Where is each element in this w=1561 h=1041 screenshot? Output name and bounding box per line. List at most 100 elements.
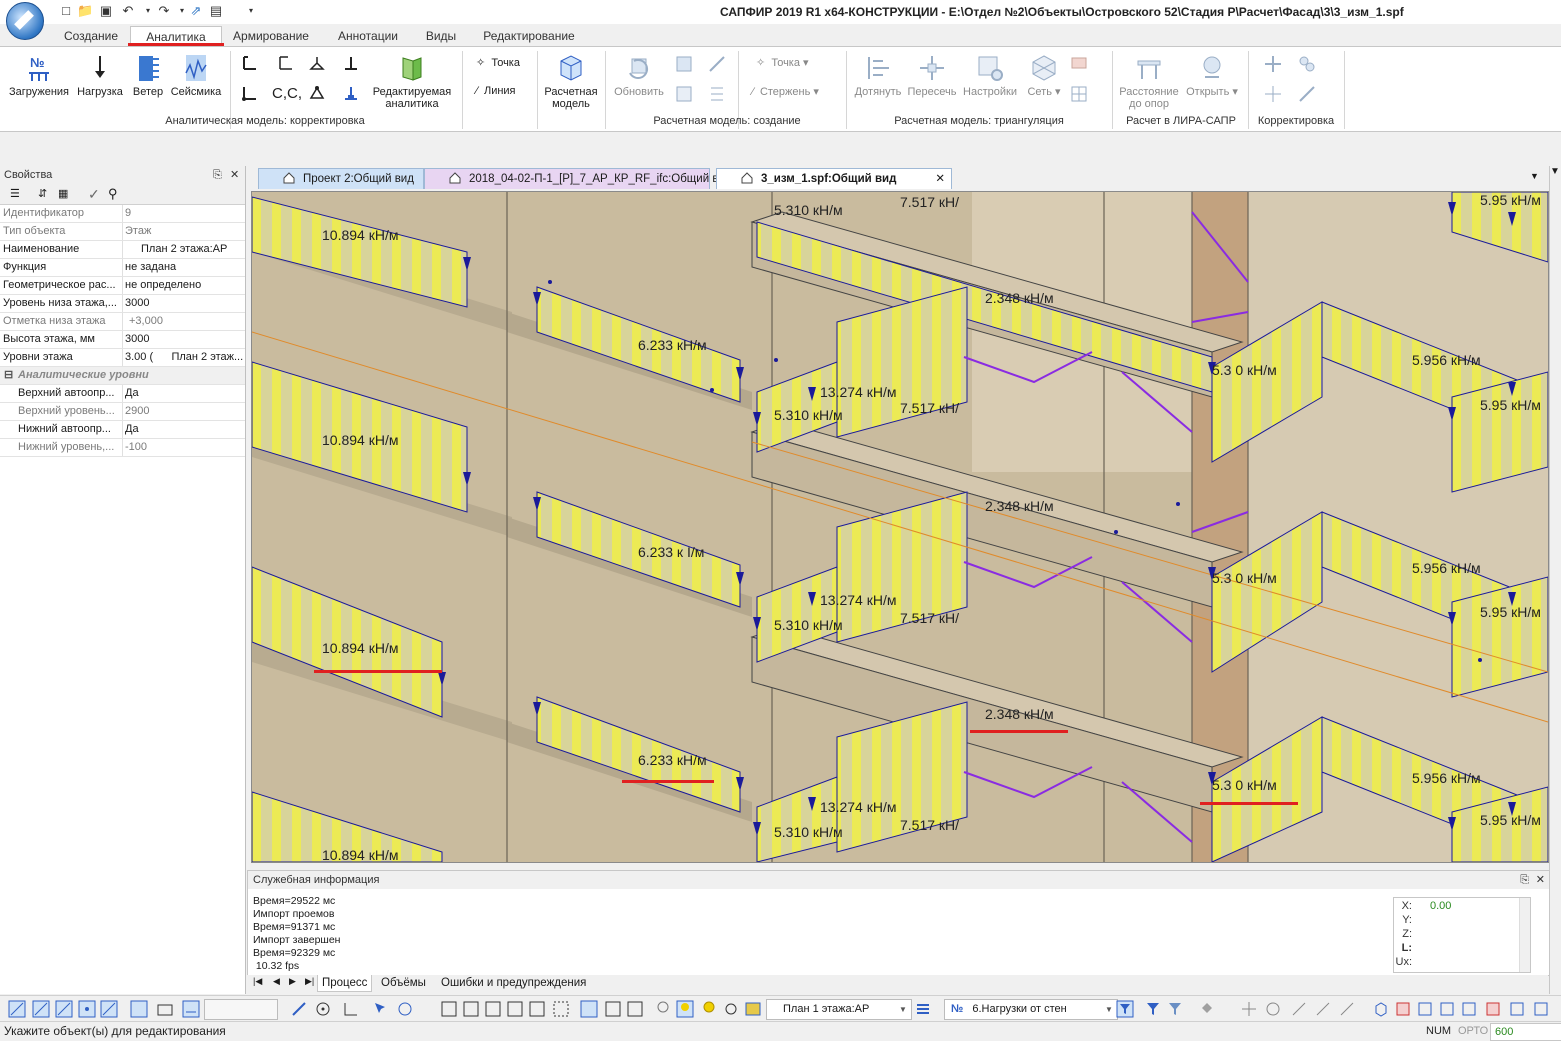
- point-button[interactable]: ✧ Точка: [476, 56, 520, 69]
- pencil-icon[interactable]: [290, 1000, 308, 1018]
- doc-tab-active[interactable]: 3_изм_1.spf:Общий вид ✕: [716, 168, 952, 189]
- open-folder-icon[interactable]: 📁: [77, 4, 93, 18]
- display-mode-icon[interactable]: [580, 1000, 598, 1018]
- move-arrows-icon[interactable]: [1240, 1000, 1258, 1018]
- support-fixed-icon[interactable]: [240, 55, 258, 73]
- tab-creation[interactable]: Создание: [55, 26, 127, 46]
- prop-row[interactable]: Идентификатор 9: [0, 205, 245, 223]
- mesh-op-icon-4[interactable]: [708, 85, 726, 103]
- collapsed-panel-icon[interactable]: ▼: [1550, 166, 1560, 177]
- tab-editing[interactable]: Редактирование: [476, 26, 582, 46]
- view-bottom-icon[interactable]: [1508, 1000, 1526, 1018]
- mesh-op-icon-3[interactable]: [675, 85, 693, 103]
- target-icon[interactable]: [314, 1000, 332, 1018]
- join-icon[interactable]: [1298, 55, 1316, 73]
- prop-row[interactable]: Функция не задана: [0, 259, 245, 277]
- close-tab-icon[interactable]: ✕: [935, 169, 945, 189]
- select-filter-icon[interactable]: [1144, 1000, 1162, 1018]
- close-icon[interactable]: ✕: [230, 166, 239, 184]
- wire-mode-icon[interactable]: [604, 1000, 622, 1018]
- view-iso-icon[interactable]: [1460, 1000, 1478, 1018]
- undo-icon[interactable]: ↶: [120, 4, 136, 18]
- bulb-icon[interactable]: [700, 1000, 718, 1018]
- floor-select[interactable]: План 1 этажа:АР ▼: [766, 999, 912, 1020]
- support-column-icon[interactable]: [342, 85, 360, 103]
- view-front-icon[interactable]: [1394, 1000, 1412, 1018]
- line-button[interactable]: ∕ Линия: [476, 85, 516, 97]
- sort-icon[interactable]: ⇵: [38, 187, 47, 200]
- move-node-icon[interactable]: [1264, 85, 1282, 103]
- prop-row[interactable]: Уровень низа этажа,... 3000: [0, 295, 245, 313]
- select-move-icon[interactable]: [372, 1000, 390, 1018]
- prev-tab-icon[interactable]: ◀: [273, 976, 280, 987]
- snap-grid-icon[interactable]: [8, 1000, 26, 1018]
- mesh-op-icon-2[interactable]: [708, 55, 726, 73]
- measure-icon[interactable]: [1290, 1000, 1308, 1018]
- support-roller-icon[interactable]: [308, 85, 326, 103]
- undo-dropdown-icon[interactable]: ▾: [140, 4, 156, 18]
- update-button[interactable]: Обновить: [610, 53, 668, 98]
- pin-icon[interactable]: ⎘: [213, 166, 222, 184]
- mirror-icon[interactable]: [1338, 1000, 1356, 1018]
- prop-row[interactable]: Геометрическое рас... не определено: [0, 277, 245, 295]
- cc-icon[interactable]: C,C,: [272, 85, 302, 102]
- prop-row[interactable]: Нижний автоопр... Да: [0, 421, 245, 439]
- snap-value-field[interactable]: 600: [1490, 1023, 1561, 1041]
- funnel-icon[interactable]: [1166, 1000, 1184, 1018]
- layer-1-icon[interactable]: [440, 1000, 458, 1018]
- edited-analytics-button[interactable]: Редактируемая аналитика: [368, 53, 456, 110]
- fill-pattern-icon[interactable]: [1070, 55, 1088, 73]
- loadcase-filter-icon[interactable]: [1116, 1000, 1134, 1018]
- open-lira-button[interactable]: Открыть ▾: [1186, 53, 1238, 98]
- view-back-icon[interactable]: [1484, 1000, 1502, 1018]
- wind-button[interactable]: Ветер: [128, 53, 168, 98]
- close-icon[interactable]: ✕: [1536, 871, 1545, 889]
- tab-errors[interactable]: Ошибки и предупреждения: [437, 975, 590, 991]
- snap-line-icon[interactable]: [100, 1000, 118, 1018]
- extend-button[interactable]: Дотянуть: [852, 53, 904, 98]
- next-tab-icon[interactable]: ▶: [289, 976, 296, 987]
- zoom-region-icon[interactable]: [552, 1000, 570, 1018]
- edit-rod-icon[interactable]: [1298, 85, 1316, 103]
- tab-process[interactable]: Процесс: [317, 975, 373, 992]
- filter-icon[interactable]: ▦: [58, 187, 68, 200]
- list-icon[interactable]: ☰: [10, 187, 20, 200]
- snap-node-icon[interactable]: [78, 1000, 96, 1018]
- load-button[interactable]: Нагрузка: [74, 53, 126, 98]
- distance-to-supports-button[interactable]: Расстояние до опор: [1116, 53, 1182, 110]
- new-file-icon[interactable]: □: [58, 4, 74, 18]
- check-icon[interactable]: ✓: [88, 186, 100, 203]
- camera-icon[interactable]: [156, 1000, 174, 1018]
- settings-button[interactable]: Настройки: [960, 53, 1020, 98]
- rotate-arrows-icon[interactable]: [1264, 1000, 1282, 1018]
- view-side-icon[interactable]: [1438, 1000, 1456, 1018]
- first-tab-icon[interactable]: |◀: [253, 976, 262, 987]
- tab-views[interactable]: Виды: [418, 26, 464, 46]
- tab-volumes[interactable]: Объёмы: [377, 975, 430, 991]
- collapse-icon[interactable]: ⊟: [4, 367, 13, 384]
- scale-icon[interactable]: [1314, 1000, 1332, 1018]
- seismic-button[interactable]: Сейсмика: [168, 53, 224, 98]
- layer-5-icon[interactable]: [528, 1000, 546, 1018]
- rod-button[interactable]: ∕ Стержень ▾: [752, 85, 819, 98]
- bulb-off-icon[interactable]: [654, 1000, 672, 1018]
- doc-tab-ifc[interactable]: 2018_04-02-П-1_[P]_7_АР_КР_RF_ifc:Общий …: [424, 168, 732, 189]
- prop-row[interactable]: Отметка низа этажа +3,000: [0, 313, 245, 331]
- prop-row[interactable]: Тип объекта Этаж: [0, 223, 245, 241]
- angle-icon[interactable]: [342, 1000, 360, 1018]
- light-settings-icon[interactable]: [722, 1000, 740, 1018]
- coords-scrollbar[interactable]: [1519, 898, 1530, 972]
- mesh-op-icon-1[interactable]: [675, 55, 693, 73]
- support-pin-icon[interactable]: [308, 55, 326, 73]
- pin-icon[interactable]: ⎘: [1520, 871, 1529, 889]
- export-icon[interactable]: ⇗: [188, 4, 204, 18]
- loadcase-select[interactable]: № 6.Нагрузки от стен ▼: [944, 999, 1118, 1020]
- view-top-icon[interactable]: [1416, 1000, 1434, 1018]
- move-icon[interactable]: [1264, 55, 1282, 73]
- view-icon[interactable]: [130, 1000, 148, 1018]
- view-left-icon[interactable]: [1532, 1000, 1550, 1018]
- support-rigid-icon[interactable]: [342, 55, 360, 73]
- cube-icon[interactable]: [1372, 1000, 1390, 1018]
- snap-midpoint-icon[interactable]: [55, 1000, 73, 1018]
- loads-button[interactable]: № Загружения: [6, 53, 72, 98]
